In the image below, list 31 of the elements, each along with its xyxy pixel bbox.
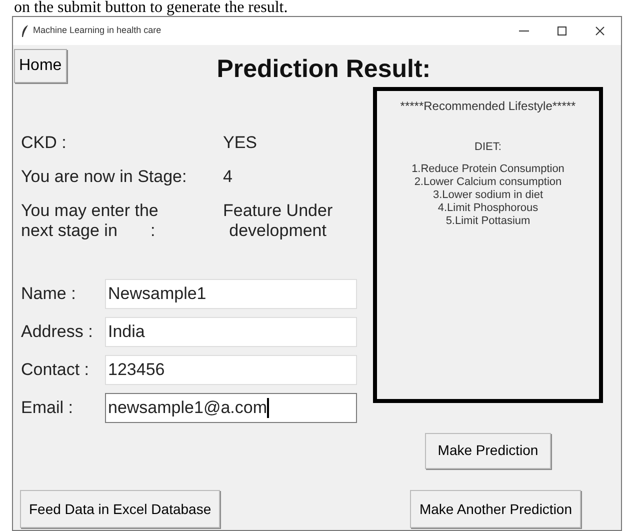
- feather-icon: [21, 25, 29, 37]
- result-value: Feature Under development: [223, 200, 333, 240]
- input-field[interactable]: 123456: [105, 354, 357, 384]
- make-prediction-button[interactable]: Make Prediction: [424, 432, 552, 468]
- make-another-prediction-button[interactable]: Make Another Prediction: [410, 490, 581, 528]
- result-value: YES: [223, 132, 258, 152]
- result-label: CKD :: [21, 132, 68, 152]
- feed-data-button[interactable]: Feed Data in Excel Database: [20, 490, 220, 528]
- diet-tip: 2.Lower Calcium consumption: [414, 176, 562, 189]
- page-heading: Prediction Result:: [216, 54, 431, 85]
- diet-tip: 5.Limit Pottasium: [446, 215, 530, 228]
- diet-tip: 1.Reduce Protein Consumption: [412, 163, 564, 176]
- close-icon[interactable]: [595, 26, 605, 36]
- field-label: Email :: [21, 396, 74, 419]
- result-value: 4: [223, 166, 232, 186]
- window-title: Machine Learning in health care: [33, 24, 162, 38]
- input-field[interactable]: newsample1@a.com: [105, 392, 357, 422]
- input-field[interactable]: India: [105, 316, 357, 346]
- lifestyle-title: *****Recommended Lifestyle*****: [400, 98, 576, 114]
- diet-tip: 4.Limit Phosphorous: [438, 202, 538, 215]
- home-button[interactable]: Home: [14, 49, 67, 83]
- diet-heading: DIET:: [474, 140, 502, 154]
- input-field[interactable]: Newsample1: [105, 278, 357, 308]
- field-label: Contact :: [21, 358, 90, 381]
- caption-text: on the submit button to generate the result.: [13, 0, 289, 16]
- maximize-icon[interactable]: [557, 26, 567, 36]
- diet-tip: 3.Lower sodium in diet: [432, 189, 544, 202]
- result-label: You may enter the next stage in :: [21, 200, 160, 240]
- result-label: You are now in Stage:: [21, 166, 188, 186]
- field-label: Address :: [21, 320, 94, 343]
- field-label: Name :: [21, 282, 77, 305]
